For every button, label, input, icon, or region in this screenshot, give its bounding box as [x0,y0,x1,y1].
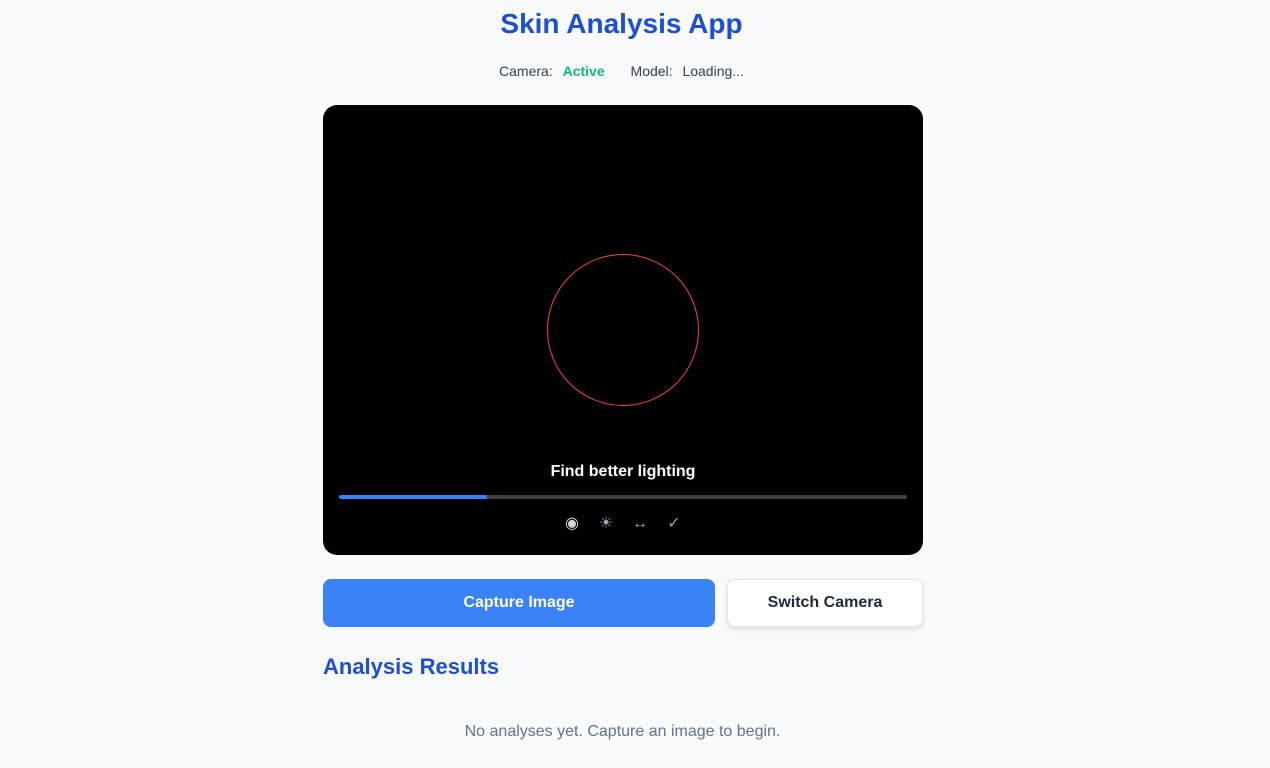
analysis-results-title: Analysis Results [323,654,500,679]
camera-preview: Find better lighting ◉ ☀ ↔ ✓ [323,105,923,555]
switch-camera-button[interactable]: Switch Camera [727,579,923,627]
camera-status-value: Active [562,63,605,79]
record-icon: ◉ [565,515,579,532]
capture-image-button[interactable]: Capture Image [323,579,715,627]
model-status-label: Model: [630,63,673,79]
app-title: Skin Analysis App [500,8,743,39]
progress-fill [339,495,487,499]
app-root: Skin Analysis App Camera: Active Model: … [0,0,1270,768]
progress-bar [339,495,907,499]
guidance-text: Find better lighting [550,463,696,480]
camera-status-label: Camera: [499,63,553,79]
face-guide-circle [547,254,699,406]
model-status-value: Loading... [682,63,744,79]
arrows-horizontal-icon: ↔ [632,515,648,532]
step-indicators: ◉ ☀ ↔ ✓ [323,513,923,535]
sun-icon: ☀ [598,515,614,532]
status-bar: Camera: Active Model: Loading... [0,62,1243,80]
check-icon: ✓ [667,515,681,532]
empty-results-message: No analyses yet. Capture an image to beg… [464,723,781,740]
